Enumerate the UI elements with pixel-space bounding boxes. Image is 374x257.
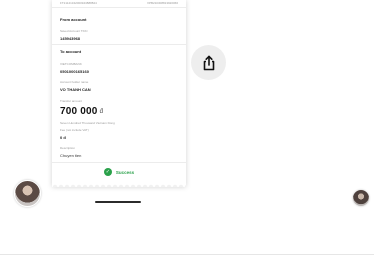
currency-symbol: đ — [99, 109, 104, 115]
account-holder-value: VO THANH CAN — [60, 87, 91, 92]
divider — [0, 254, 374, 255]
amount-in-words: Seven Hundred Thousand Vietnam Dong — [60, 121, 115, 125]
avatar[interactable] — [14, 180, 41, 207]
destination-bank-label: VIETCOMBANK — [60, 62, 82, 66]
divider — [52, 162, 186, 163]
avatar[interactable] — [353, 190, 369, 206]
description-value: Chuyen tien — [60, 153, 82, 158]
share-icon — [203, 55, 214, 70]
source-account-value: 145943968 — [60, 36, 81, 41]
transfer-amount-label: Transfer amount — [60, 99, 82, 103]
account-holder-label: Account holder name — [60, 80, 89, 84]
transaction-code: VPB210308813920066 — [146, 1, 178, 5]
home-indicator[interactable] — [95, 201, 141, 203]
transaction-receipt: FT21121342000943888824 VPB21030881392006… — [52, 0, 186, 187]
to-account-heading: To account — [60, 49, 82, 54]
check-circle-icon: ✓ — [103, 168, 112, 176]
from-account-heading: From account — [60, 17, 87, 22]
screen: FT21121342000943888824 VPB21030881392006… — [0, 0, 374, 257]
share-button[interactable] — [191, 45, 226, 80]
description-label: Description — [60, 146, 76, 150]
status-row: ✓ Success — [52, 168, 186, 176]
transfer-amount: 700 000 đ — [60, 106, 103, 117]
amount-value: 700 000 — [60, 106, 98, 117]
transaction-id-row: FT21121342000943888824 VPB21030881392006… — [60, 1, 178, 5]
destination-account-value: 0501000165160 — [60, 69, 89, 74]
status-text: Success — [115, 169, 135, 175]
fee-value: 0 đ — [60, 135, 66, 140]
source-account-label: Saved Account TKKI — [60, 29, 88, 33]
divider — [52, 44, 186, 45]
divider — [52, 7, 186, 8]
transaction-ref: FT21121342000943888824 — [60, 1, 97, 5]
fee-label: Fee (not include VAT) — [60, 128, 89, 132]
